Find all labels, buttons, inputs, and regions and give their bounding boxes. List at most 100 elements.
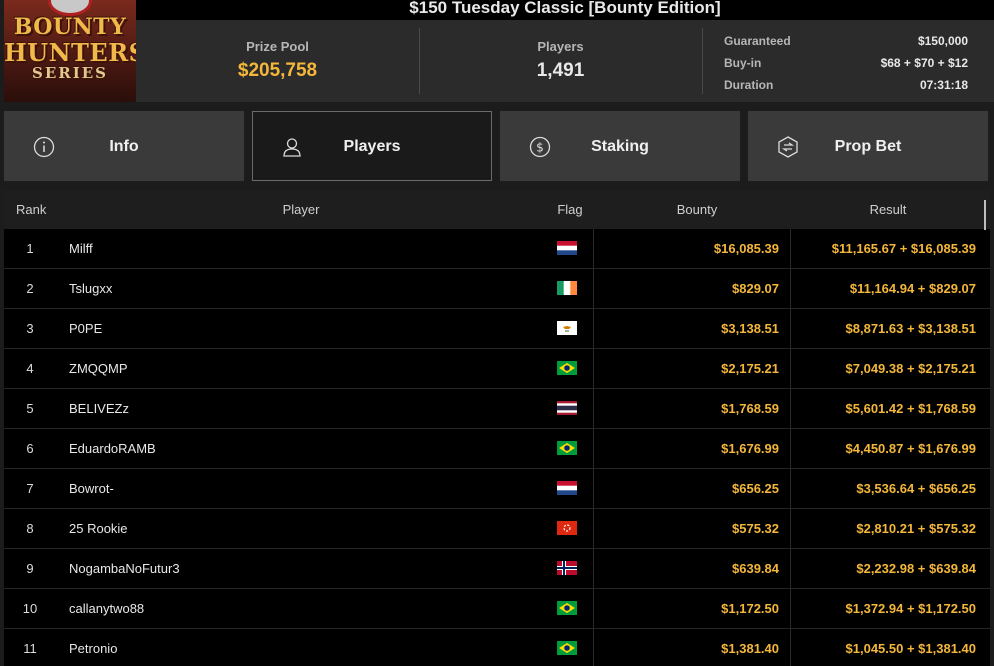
stats-divider (702, 28, 703, 94)
cell-player[interactable]: Petronio (69, 629, 117, 666)
header-flag[interactable]: Flag (534, 190, 606, 229)
cell-bounty: $1,381.40 (721, 641, 779, 656)
cell-rank: 5 (26, 401, 34, 416)
cell-player[interactable]: callanytwo88 (69, 589, 144, 629)
column-divider (593, 269, 594, 309)
cell-player[interactable]: P0PE (69, 309, 102, 349)
table-row[interactable]: 5 BELIVEZz $1,768.59 $5,601.42 + $1,768.59 (4, 389, 990, 429)
column-divider (593, 229, 594, 269)
cell-player[interactable]: ZMQQMP (69, 349, 128, 389)
cell-result: $3,536.64 + $656.25 (856, 481, 976, 496)
detail-label: Buy-in (724, 56, 762, 70)
table-row[interactable]: 6 EduardoRAMB $1,676.99 $4,450.87 + $1,676.… (4, 429, 990, 469)
flag-cyprus-icon (557, 321, 577, 337)
tab-players[interactable]: Players (252, 111, 492, 181)
bounty-hunters-logo: BOUNTY HUNTERS SERIES (4, 0, 136, 102)
flag-hong-kong-icon (557, 521, 577, 537)
cell-player[interactable]: BELIVEZz (69, 389, 129, 429)
flag-thailand-icon (557, 401, 577, 417)
column-divider (593, 629, 594, 666)
column-divider (593, 429, 594, 469)
cell-bounty: $2,175.21 (721, 361, 779, 376)
detail-buy-in: Buy-in $68 + $70 + $12 (724, 52, 968, 74)
tab-staking[interactable]: $ Staking (500, 111, 740, 181)
cell-result: $11,164.94 + $829.07 (849, 281, 976, 296)
players-value: 1,491 (536, 60, 585, 81)
detail-label: Duration (724, 78, 774, 92)
cell-bounty: $639.84 (732, 561, 779, 576)
logo-text-line2: HUNTERS (4, 38, 136, 67)
column-divider (593, 509, 594, 549)
players-label: Players (537, 39, 584, 54)
cell-bounty: $3,138.51 (721, 321, 779, 336)
cell-bounty: $1,768.59 (721, 401, 779, 416)
table-row[interactable]: 1 Milff $16,085.39 $11,165.67 + $16,085.39 (4, 229, 990, 269)
players-table: Rank Player Flag Bounty Result 1 Milff $16… (4, 190, 990, 666)
title-bar: $150 Tuesday Classic [Bounty Edition] (136, 0, 994, 20)
tab-label: Players (343, 138, 401, 155)
header-player[interactable]: Player (68, 190, 534, 229)
header-bounty[interactable]: Bounty (606, 190, 788, 229)
prize-pool-stat: Prize Pool $205,758 (136, 20, 419, 102)
cell-rank: 10 (22, 601, 38, 616)
tab-prop-bet[interactable]: Prop Bet (748, 111, 988, 181)
cell-bounty: $575.32 (732, 521, 779, 536)
cell-player[interactable]: Tslugxx (69, 269, 112, 309)
cell-player[interactable]: NogambaNoFutur3 (69, 549, 180, 589)
prize-pool-value: $205,758 (237, 60, 318, 81)
stats-panel: Prize Pool $205,758 Players 1,491 Guaran… (136, 20, 994, 102)
flag-norway-icon (557, 561, 577, 577)
table-row[interactable]: 10 callanytwo88 $1,172.50 $1,372.94 + $1,17… (4, 589, 990, 629)
cell-rank: 4 (26, 361, 34, 376)
column-divider (593, 309, 594, 349)
flag-brazil-icon (557, 641, 577, 657)
flag-ireland-icon (557, 281, 577, 297)
tournament-page: BOUNTY HUNTERS SERIES $150 Tuesday Class… (0, 0, 994, 666)
logo-text-line3: SERIES (31, 64, 108, 82)
tab-info[interactable]: Info (4, 111, 244, 181)
cell-bounty: $829.07 (732, 281, 779, 296)
cell-rank: 3 (26, 321, 34, 336)
table-row[interactable]: 3 P0PE $3,138.51 $8,871.63 + $3,138.51 (4, 309, 990, 349)
logo-text-line1: BOUNTY (13, 14, 127, 40)
detail-guaranteed: Guaranteed $150,000 (724, 30, 968, 52)
table-row[interactable]: 8 25 Rookie $575.32 $2,810.21 + $575.32 (4, 509, 990, 549)
cell-result: $1,372.94 + $1,172.50 (845, 601, 976, 616)
table-row[interactable]: 9 NogambaNoFutur3 $639.84 $2,232.98 + $639.… (4, 549, 990, 589)
detail-duration: Duration 07:31:18 (724, 74, 968, 96)
players-stat: Players 1,491 (419, 20, 702, 102)
tournament-details: Guaranteed $150,000 Buy-in $68 + $70 + $… (724, 30, 968, 96)
tab-label: Info (109, 138, 139, 155)
cell-player[interactable]: 25 Rookie (69, 509, 128, 549)
column-divider (593, 469, 594, 509)
cell-result: $8,871.63 + $3,138.51 (845, 321, 976, 336)
cell-bounty: $1,676.99 (721, 441, 779, 456)
tournament-title: $150 Tuesday Classic [Bounty Edition] (409, 0, 721, 17)
cell-result: $1,045.50 + $1,381.40 (845, 641, 976, 656)
cell-result: $7,049.38 + $2,175.21 (845, 361, 976, 376)
cell-player[interactable]: Milff (69, 229, 93, 269)
cell-rank: 9 (26, 561, 34, 576)
header-result[interactable]: Result (790, 190, 986, 229)
cell-result: $5,601.42 + $1,768.59 (845, 401, 976, 416)
tab-bar: Info Players $ Staking Prop Bet (4, 111, 990, 181)
flag-brazil-icon (557, 601, 577, 617)
detail-value: 07:31:18 (919, 78, 968, 92)
table-row[interactable]: 7 Bowrot- $656.25 $3,536.64 + $656.25 (4, 469, 990, 509)
cell-rank: 8 (26, 521, 34, 536)
cell-bounty: $16,085.39 (713, 241, 779, 256)
cell-player[interactable]: EduardoRAMB (69, 429, 156, 469)
table-row[interactable]: 11 Petronio $1,381.40 $1,045.50 + $1,381.40 (4, 629, 990, 666)
cell-result: $2,232.98 + $639.84 (856, 561, 976, 576)
table-header: Rank Player Flag Bounty Result (4, 190, 990, 229)
detail-value: $150,000 (917, 34, 968, 48)
cell-player[interactable]: Bowrot- (69, 469, 114, 509)
scrollbar[interactable] (984, 200, 986, 230)
detail-label: Guaranteed (724, 34, 791, 48)
cell-rank: 11 (23, 641, 37, 656)
header-rank[interactable]: Rank (16, 190, 46, 229)
flag-netherlands-icon (557, 481, 577, 497)
table-row[interactable]: 4 ZMQQMP $2,175.21 $7,049.38 + $2,175.21 (4, 349, 990, 389)
table-row[interactable]: 2 Tslugxx $829.07 $11,164.94 + $829.07 (4, 269, 990, 309)
column-divider (593, 389, 594, 429)
